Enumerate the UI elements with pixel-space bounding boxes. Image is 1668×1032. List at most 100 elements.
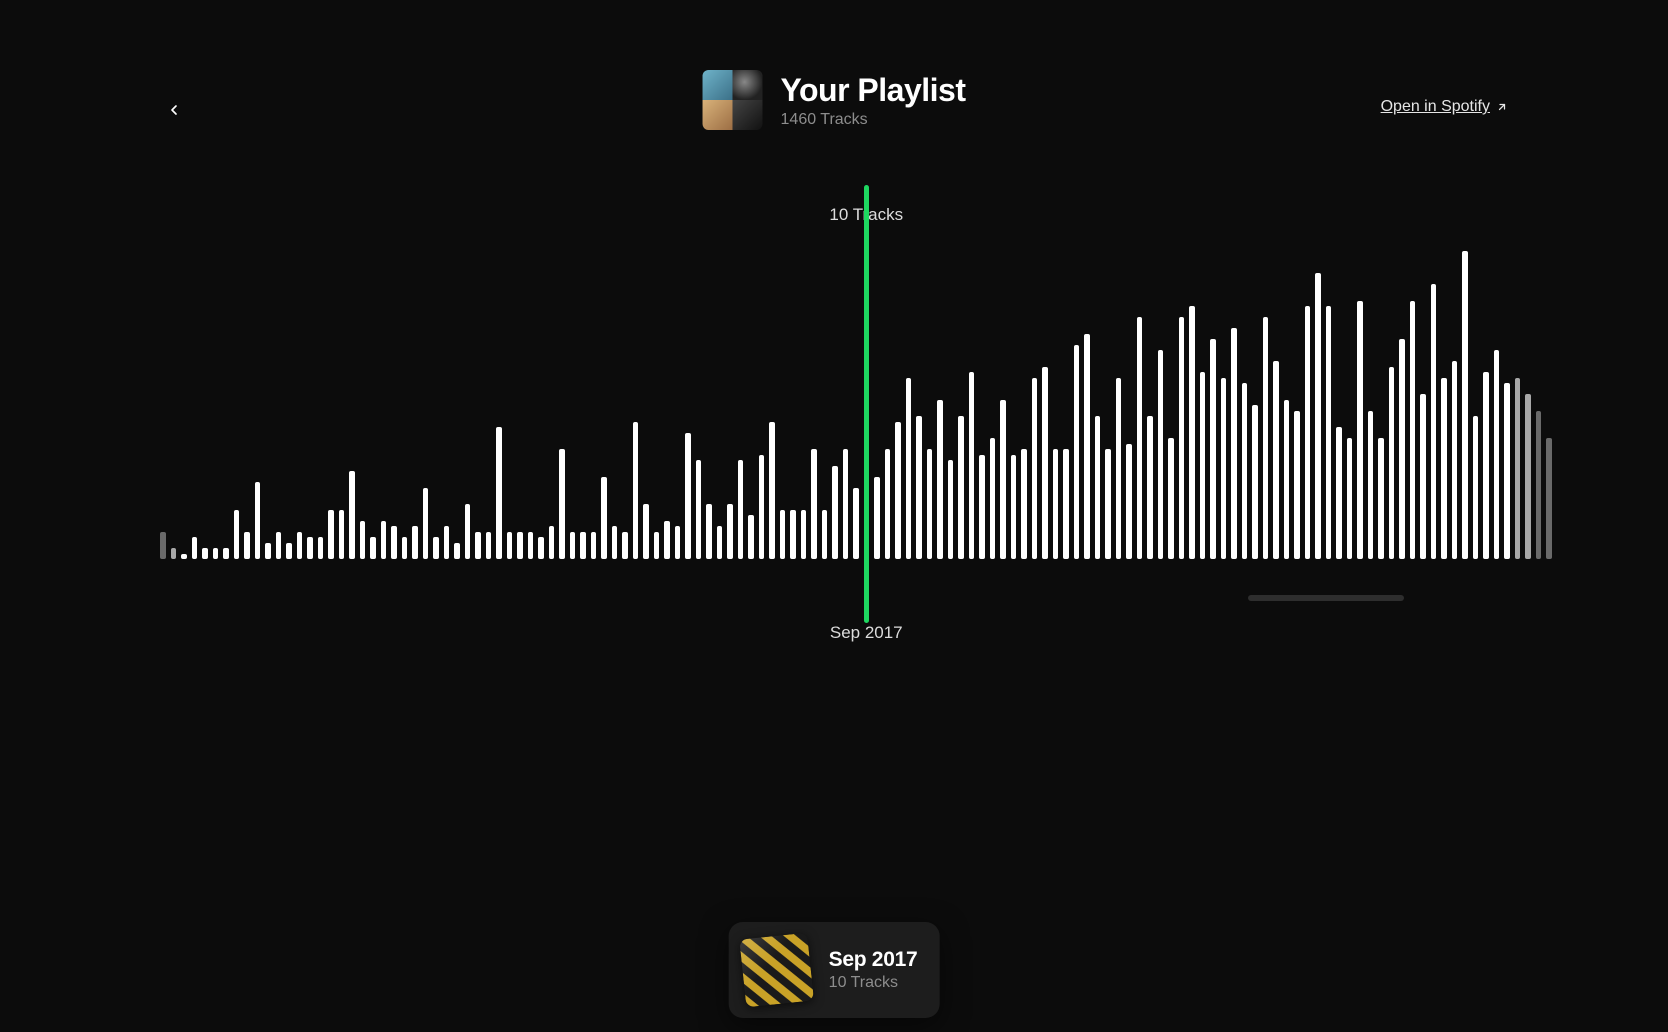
timeline-bar[interactable] (1525, 394, 1531, 559)
timeline-bar[interactable] (906, 378, 912, 560)
timeline-bar[interactable] (1032, 378, 1038, 560)
timeline-bar[interactable] (528, 532, 534, 560)
timeline-bar[interactable] (675, 526, 681, 559)
timeline-bar[interactable] (1221, 378, 1227, 560)
timeline-bar[interactable] (213, 548, 219, 559)
timeline-bar[interactable] (234, 510, 240, 560)
timeline-bar[interactable] (895, 422, 901, 560)
timeline-bar[interactable] (1515, 378, 1521, 560)
timeline-bar[interactable] (990, 438, 996, 559)
timeline-bar[interactable] (297, 532, 303, 560)
timeline-bar[interactable] (202, 548, 208, 559)
timeline-bar[interactable] (1168, 438, 1174, 559)
timeline-bar[interactable] (948, 460, 954, 559)
timeline-bar[interactable] (853, 488, 859, 560)
timeline-bar[interactable] (1137, 317, 1143, 559)
timeline-bar[interactable] (538, 537, 544, 559)
timeline-bar[interactable] (1504, 383, 1510, 559)
timeline-bar[interactable] (580, 532, 586, 560)
timeline-bar[interactable] (790, 510, 796, 560)
timeline-bar[interactable] (517, 532, 523, 560)
timeline-bar[interactable] (328, 510, 334, 560)
timeline-bar[interactable] (486, 532, 492, 560)
timeline-bar[interactable] (423, 488, 429, 560)
timeline-bar[interactable] (1210, 339, 1216, 559)
timeline-bar[interactable] (1273, 361, 1279, 559)
timeline-bar[interactable] (1347, 438, 1353, 559)
timeline-bar[interactable] (622, 532, 628, 560)
open-in-spotify-link[interactable]: Open in Spotify (1381, 98, 1508, 116)
timeline-bar[interactable] (885, 449, 891, 559)
timeline-bar[interactable] (192, 537, 198, 559)
timeline-bar[interactable] (1084, 334, 1090, 560)
timeline-bar[interactable] (244, 532, 250, 560)
timeline-bar[interactable] (1042, 367, 1048, 560)
timeline-bar[interactable] (160, 532, 166, 560)
timeline-bar[interactable] (601, 477, 607, 560)
timeline-bar[interactable] (727, 504, 733, 559)
timeline-bar[interactable] (496, 427, 502, 559)
timeline-bar[interactable] (1074, 345, 1080, 560)
timeline-bar[interactable] (1021, 449, 1027, 559)
timeline-bar[interactable] (1410, 301, 1416, 560)
timeline-bar[interactable] (1200, 372, 1206, 559)
timeline-bar[interactable] (979, 455, 985, 560)
timeline-bar[interactable] (339, 510, 345, 560)
timeline-bar[interactable] (370, 537, 376, 559)
timeline-bar[interactable] (769, 422, 775, 560)
timeline-bar[interactable] (181, 554, 187, 560)
back-button[interactable] (162, 98, 186, 122)
timeline-bar[interactable] (958, 416, 964, 559)
timeline-bar[interactable] (1000, 400, 1006, 560)
timeline-bar[interactable] (916, 416, 922, 559)
timeline-bar[interactable] (549, 526, 555, 559)
timeline-bar[interactable] (360, 521, 366, 560)
timeline-bar[interactable] (1336, 427, 1342, 559)
timeline-bar[interactable] (1536, 411, 1542, 560)
timeline-bar[interactable] (391, 526, 397, 559)
timeline-bar[interactable] (1389, 367, 1395, 560)
timeline-bar[interactable] (696, 460, 702, 559)
timeline-bar[interactable] (1284, 400, 1290, 560)
timeline-bar[interactable] (1231, 328, 1237, 559)
timeline-bar[interactable] (1399, 339, 1405, 559)
timeline-bar[interactable] (1294, 411, 1300, 560)
timeline-scrollbar-thumb[interactable] (1248, 595, 1404, 601)
timeline-bar[interactable] (685, 433, 691, 560)
timeline-bar[interactable] (822, 510, 828, 560)
timeline-bar[interactable] (706, 504, 712, 559)
timeline-bar[interactable] (1158, 350, 1164, 559)
timeline-bar[interactable] (1315, 273, 1321, 559)
timeline-bar[interactable] (927, 449, 933, 559)
timeline-bar[interactable] (1189, 306, 1195, 559)
timeline-bar[interactable] (1063, 449, 1069, 559)
timeline-bar[interactable] (801, 510, 807, 560)
timeline-bar[interactable] (759, 455, 765, 560)
timeline-bar[interactable] (1116, 378, 1122, 560)
timeline-bar[interactable] (1095, 416, 1101, 559)
timeline-bar[interactable] (318, 537, 324, 559)
timeline-scrollbar[interactable] (1248, 595, 1508, 601)
timeline-bar[interactable] (1420, 394, 1426, 559)
timeline-bar[interactable] (612, 526, 618, 559)
timeline-bar[interactable] (1326, 306, 1332, 559)
timeline-bar[interactable] (444, 526, 450, 559)
timeline-bar[interactable] (412, 526, 418, 559)
timeline-bar[interactable] (717, 526, 723, 559)
timeline-bar[interactable] (1179, 317, 1185, 559)
timeline-bar[interactable] (1462, 251, 1468, 559)
timeline-bar[interactable] (1242, 383, 1248, 559)
timeline-bars[interactable] (160, 229, 1508, 559)
timeline-bar[interactable] (1305, 306, 1311, 559)
timeline-bar[interactable] (643, 504, 649, 559)
timeline-bar[interactable] (1147, 416, 1153, 559)
timeline-bar[interactable] (381, 521, 387, 560)
timeline-bar[interactable] (874, 477, 880, 560)
timeline-bar[interactable] (1105, 449, 1111, 559)
timeline-bar[interactable] (1357, 301, 1363, 560)
timeline-indicator[interactable] (864, 185, 869, 623)
timeline-bar[interactable] (1483, 372, 1489, 559)
timeline-bar[interactable] (1252, 405, 1258, 559)
timeline-bar[interactable] (1053, 449, 1059, 559)
month-detail-card[interactable]: Sep 2017 10 Tracks (729, 922, 940, 1018)
